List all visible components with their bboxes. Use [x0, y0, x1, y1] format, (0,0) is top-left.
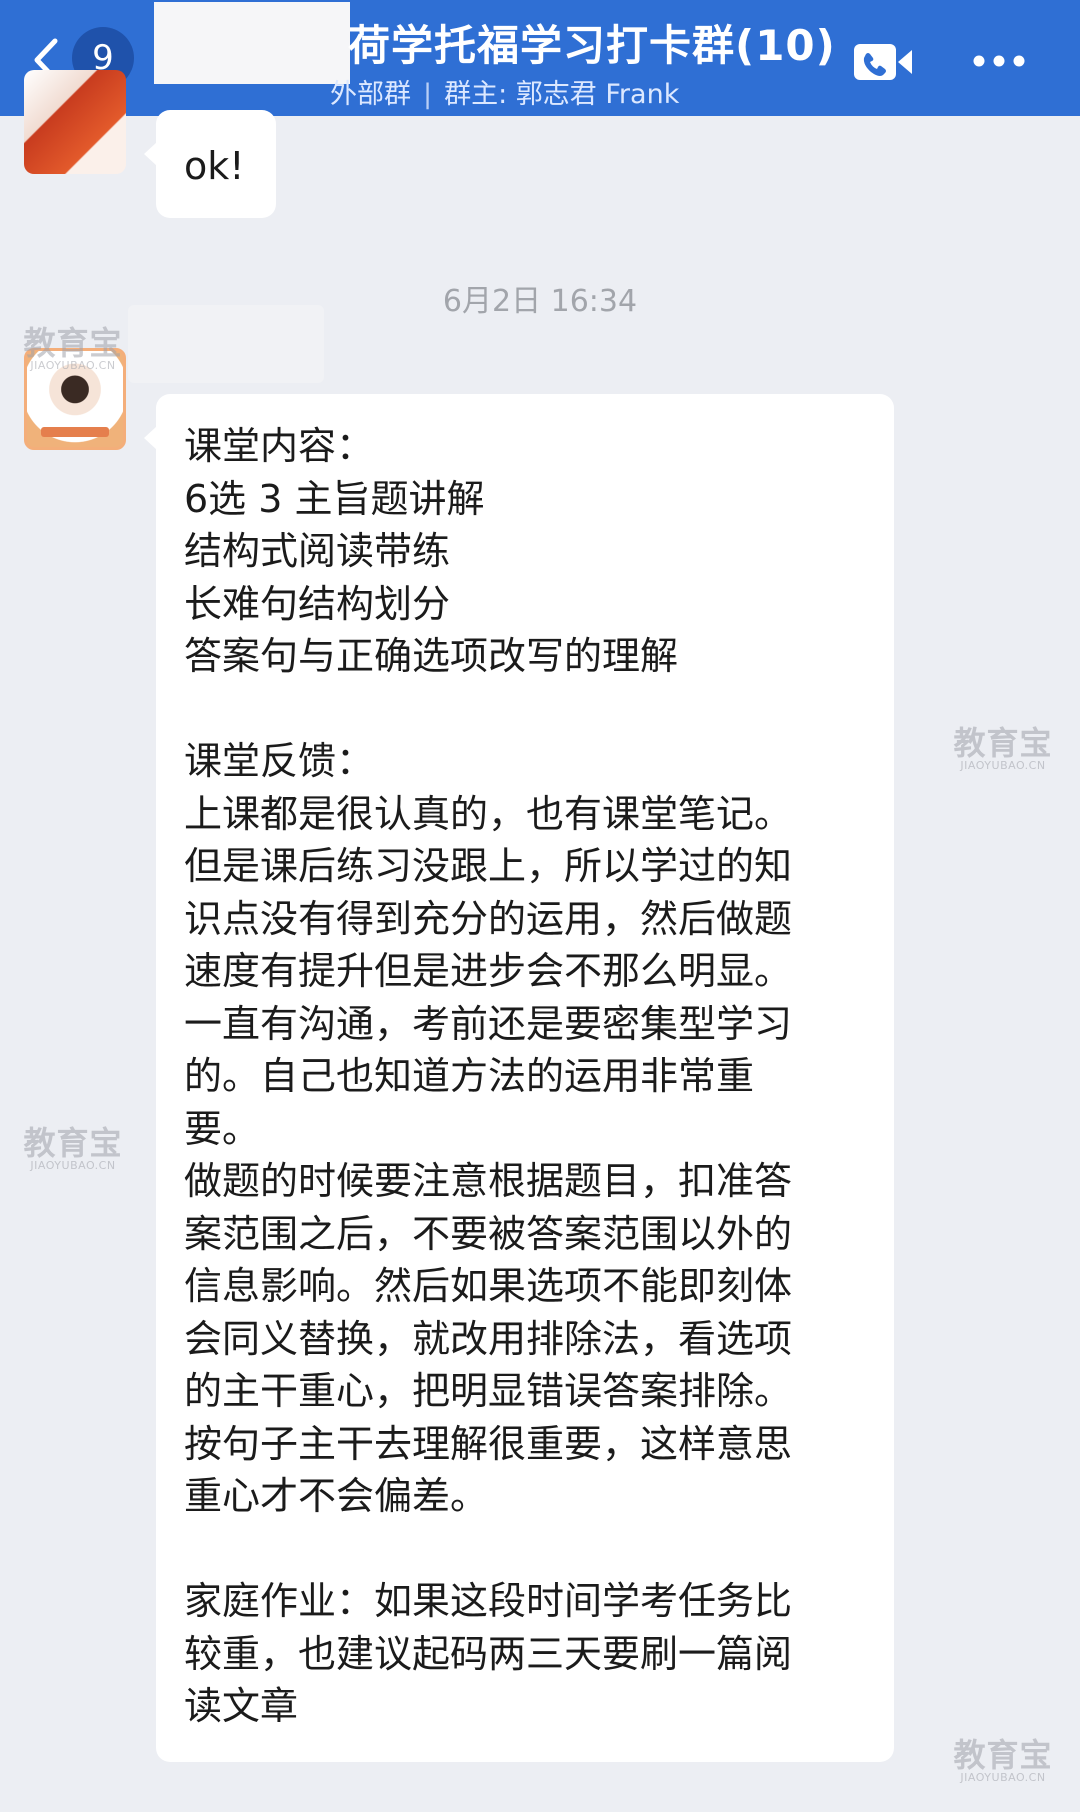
group-type-tag: 外部群: [330, 79, 411, 110]
watermark-domain: JIAOYUBAO.CN: [960, 759, 1046, 772]
chat-header: 9 荷学托福学习打卡群(10) 外部群 | 群主: 郭志君 Frank: [0, 0, 1080, 116]
redacted-title-region: [154, 2, 350, 84]
message-bubble[interactable]: ok!: [144, 110, 276, 218]
watermark: 教育宝 JIAOYUBAO.CN: [18, 1126, 128, 1172]
chat-subtitle: 外部群 | 群主: 郭志君 Frank: [330, 72, 679, 111]
more-dots-icon[interactable]: [972, 46, 1026, 76]
watermark-brand: 教育宝: [953, 724, 1053, 762]
group-owner-label: 群主: 郭志君 Frank: [444, 79, 680, 110]
watermark: 教育宝 JIAOYUBAO.CN: [948, 1738, 1058, 1784]
subtitle-separator: |: [423, 79, 433, 110]
video-call-icon[interactable]: [852, 40, 914, 84]
watermark-domain: JIAOYUBAO.CN: [960, 1771, 1046, 1784]
watermark-domain: JIAOYUBAO.CN: [30, 1159, 116, 1172]
watermark-brand: 教育宝: [953, 1736, 1053, 1774]
redacted-sender-name: [128, 305, 324, 383]
watermark: 教育宝 JIAOYUBAO.CN: [948, 726, 1058, 772]
sender-avatar[interactable]: [24, 348, 126, 450]
sender-avatar[interactable]: [24, 70, 126, 174]
watermark-brand: 教育宝: [23, 1124, 123, 1162]
chat-title[interactable]: 荷学托福学习打卡群(10): [348, 12, 836, 73]
message-bubble[interactable]: 课堂内容： 6选 3 主旨题讲解 结构式阅读带练 长难句结构划分 答案句与正确选…: [144, 394, 894, 1762]
